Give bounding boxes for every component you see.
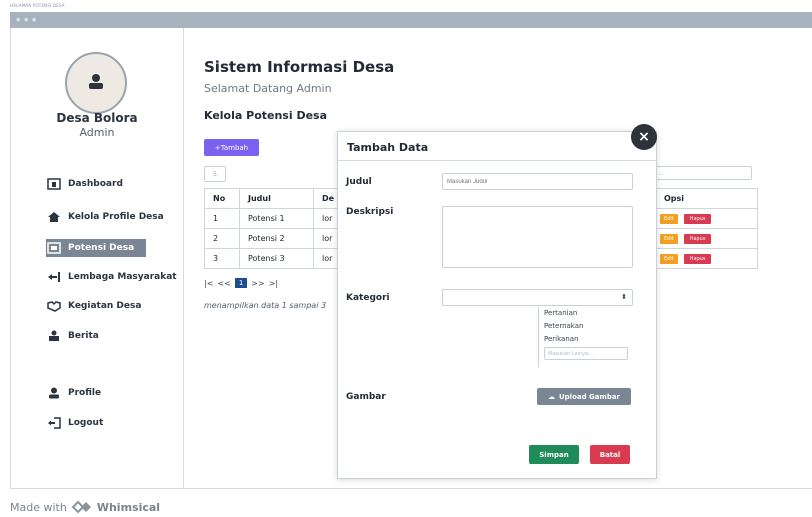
- table-row: Edit Hapus: [655, 248, 758, 269]
- judul-input[interactable]: [442, 173, 633, 190]
- deskripsi-label: Deskripsi: [346, 207, 394, 217]
- table-header-row: No Judul De: [204, 188, 351, 209]
- potensi-table: No Judul De 1 Potensi 1 lor 2 Potensi 2 …: [204, 188, 351, 269]
- table-cell: Potensi 2: [239, 228, 314, 249]
- village-name: Desa Bolora: [56, 111, 138, 125]
- footer: Made with Whimsical: [10, 500, 160, 514]
- cloud-upload-icon: ☁: [547, 392, 555, 401]
- sidebar-item-lembaga[interactable]: Lembaga Masyarakat: [46, 268, 177, 286]
- showing-text: menampilkan data 1 sampai 3: [204, 301, 327, 310]
- modal-title: Tambah Data: [347, 141, 429, 154]
- kategori-option[interactable]: Pertanian: [539, 307, 631, 320]
- table-row: 1 Potensi 1 lor: [204, 208, 351, 229]
- current-page-button[interactable]: 1: [234, 278, 248, 288]
- search-input[interactable]: ...: [655, 166, 752, 180]
- table-header-row: Opsi: [655, 188, 758, 209]
- potensi-icon: [46, 241, 62, 255]
- sidebar-item-dashboard[interactable]: Dashboard: [46, 175, 123, 193]
- column-header: Opsi: [655, 188, 758, 209]
- upload-button[interactable]: ☁ Upload Gambar: [537, 388, 631, 405]
- close-button[interactable]: ×: [631, 124, 657, 150]
- sidebar-item-label: Profile: [68, 388, 102, 398]
- column-header: Judul: [239, 188, 314, 209]
- prev-page-button[interactable]: <<: [217, 279, 230, 288]
- judul-label: Judul: [346, 177, 372, 187]
- logout-arrow-icon: [46, 270, 62, 284]
- sidebar-item-label: Logout: [68, 418, 104, 428]
- whimsical-logo-icon: [71, 500, 91, 514]
- home-icon: [46, 210, 62, 224]
- table-cell: Potensi 1: [239, 208, 314, 229]
- dashboard-icon: [46, 177, 62, 191]
- upload-label: Upload Gambar: [558, 392, 621, 401]
- table-cell: Edit Hapus: [655, 228, 758, 249]
- kategori-label: Kategori: [346, 293, 390, 303]
- sidebar-item-label: Berita: [68, 331, 99, 341]
- table-cell: 3: [204, 248, 240, 269]
- page-caption: HALAMAN POTENSI DESA: [10, 3, 65, 8]
- edit-button[interactable]: Edit: [660, 234, 678, 244]
- table-cell: Edit Hapus: [655, 208, 758, 229]
- logout-icon: [46, 416, 62, 430]
- pagination: |< << 1 >> >|: [204, 278, 278, 288]
- cancel-button[interactable]: Batal: [590, 445, 630, 464]
- sidebar-item-logout[interactable]: Logout: [46, 414, 103, 432]
- table-row: Edit Hapus: [655, 208, 758, 229]
- window-titlebar: ● ● ●: [10, 12, 812, 28]
- save-button[interactable]: Simpan: [529, 445, 579, 464]
- footer-text: Made with: [10, 500, 67, 514]
- modal-header: Tambah Data: [338, 132, 656, 161]
- table-row: 3 Potensi 3 lor: [204, 248, 351, 269]
- sidebar-item-label: Lembaga Masyarakat: [68, 272, 177, 282]
- kategori-select[interactable]: ⬍: [442, 289, 633, 306]
- footer-brand: Whimsical: [96, 500, 161, 514]
- table-cell: 2: [204, 228, 240, 249]
- opsi-table: Opsi Edit Hapus Edit Hapus Edit Hapus: [655, 188, 758, 269]
- user-icon: [46, 386, 62, 400]
- first-page-button[interactable]: |<: [204, 279, 213, 288]
- delete-button[interactable]: Hapus: [683, 254, 712, 264]
- delete-button[interactable]: Hapus: [683, 234, 712, 244]
- table-cell: Potensi 3: [239, 248, 314, 269]
- deskripsi-textarea[interactable]: [442, 206, 633, 268]
- page-size-select[interactable]: 5: [204, 166, 226, 182]
- column-header: No: [204, 188, 240, 209]
- sidebar-item-kegiatan[interactable]: Kegiatan Desa: [46, 297, 141, 315]
- table-row: Edit Hapus: [655, 228, 758, 249]
- table-cell: 1: [204, 208, 240, 229]
- table-row: 2 Potensi 2 lor: [204, 228, 351, 249]
- sidebar-item-label: Dashboard: [68, 179, 123, 189]
- user-role: Admin: [79, 126, 115, 139]
- delete-button[interactable]: Hapus: [683, 214, 712, 224]
- sidebar-item-berita[interactable]: Berita: [46, 327, 99, 345]
- gambar-label: Gambar: [346, 392, 386, 402]
- kategori-option[interactable]: Peternakan: [539, 320, 631, 333]
- sidebar-item-label: Potensi Desa: [68, 243, 135, 253]
- handshake-icon: [46, 299, 62, 313]
- table-cell: Edit Hapus: [655, 248, 758, 269]
- edit-button[interactable]: Edit: [660, 254, 678, 264]
- page-title: Sistem Informasi Desa: [204, 58, 395, 76]
- kategori-option[interactable]: Perikanan: [539, 333, 631, 346]
- user-avatar-icon: [89, 74, 103, 89]
- window-dots-icon: ● ● ●: [16, 17, 38, 23]
- sidebar-item-profile[interactable]: Profile: [46, 384, 101, 402]
- news-icon: [46, 329, 62, 343]
- sidebar-item-kelola-profile[interactable]: Kelola Profile Desa: [46, 208, 164, 226]
- chevron-down-icon: ⬍: [621, 293, 627, 301]
- last-page-button[interactable]: >|: [269, 279, 278, 288]
- avatar: [65, 52, 127, 114]
- sidebar-item-label: Kegiatan Desa: [68, 301, 142, 311]
- sidebar-item-label: Kelola Profile Desa: [68, 212, 164, 222]
- sidebar-item-potensi[interactable]: Potensi Desa: [46, 239, 146, 257]
- kategori-other-input[interactable]: Masukan Lainya...: [544, 347, 628, 360]
- add-button[interactable]: +Tambah: [204, 139, 259, 156]
- next-page-button[interactable]: >>: [251, 279, 264, 288]
- section-title: Kelola Potensi Desa: [204, 109, 328, 122]
- welcome-text: Selamat Datang Admin: [204, 82, 332, 95]
- edit-button[interactable]: Edit: [660, 214, 678, 224]
